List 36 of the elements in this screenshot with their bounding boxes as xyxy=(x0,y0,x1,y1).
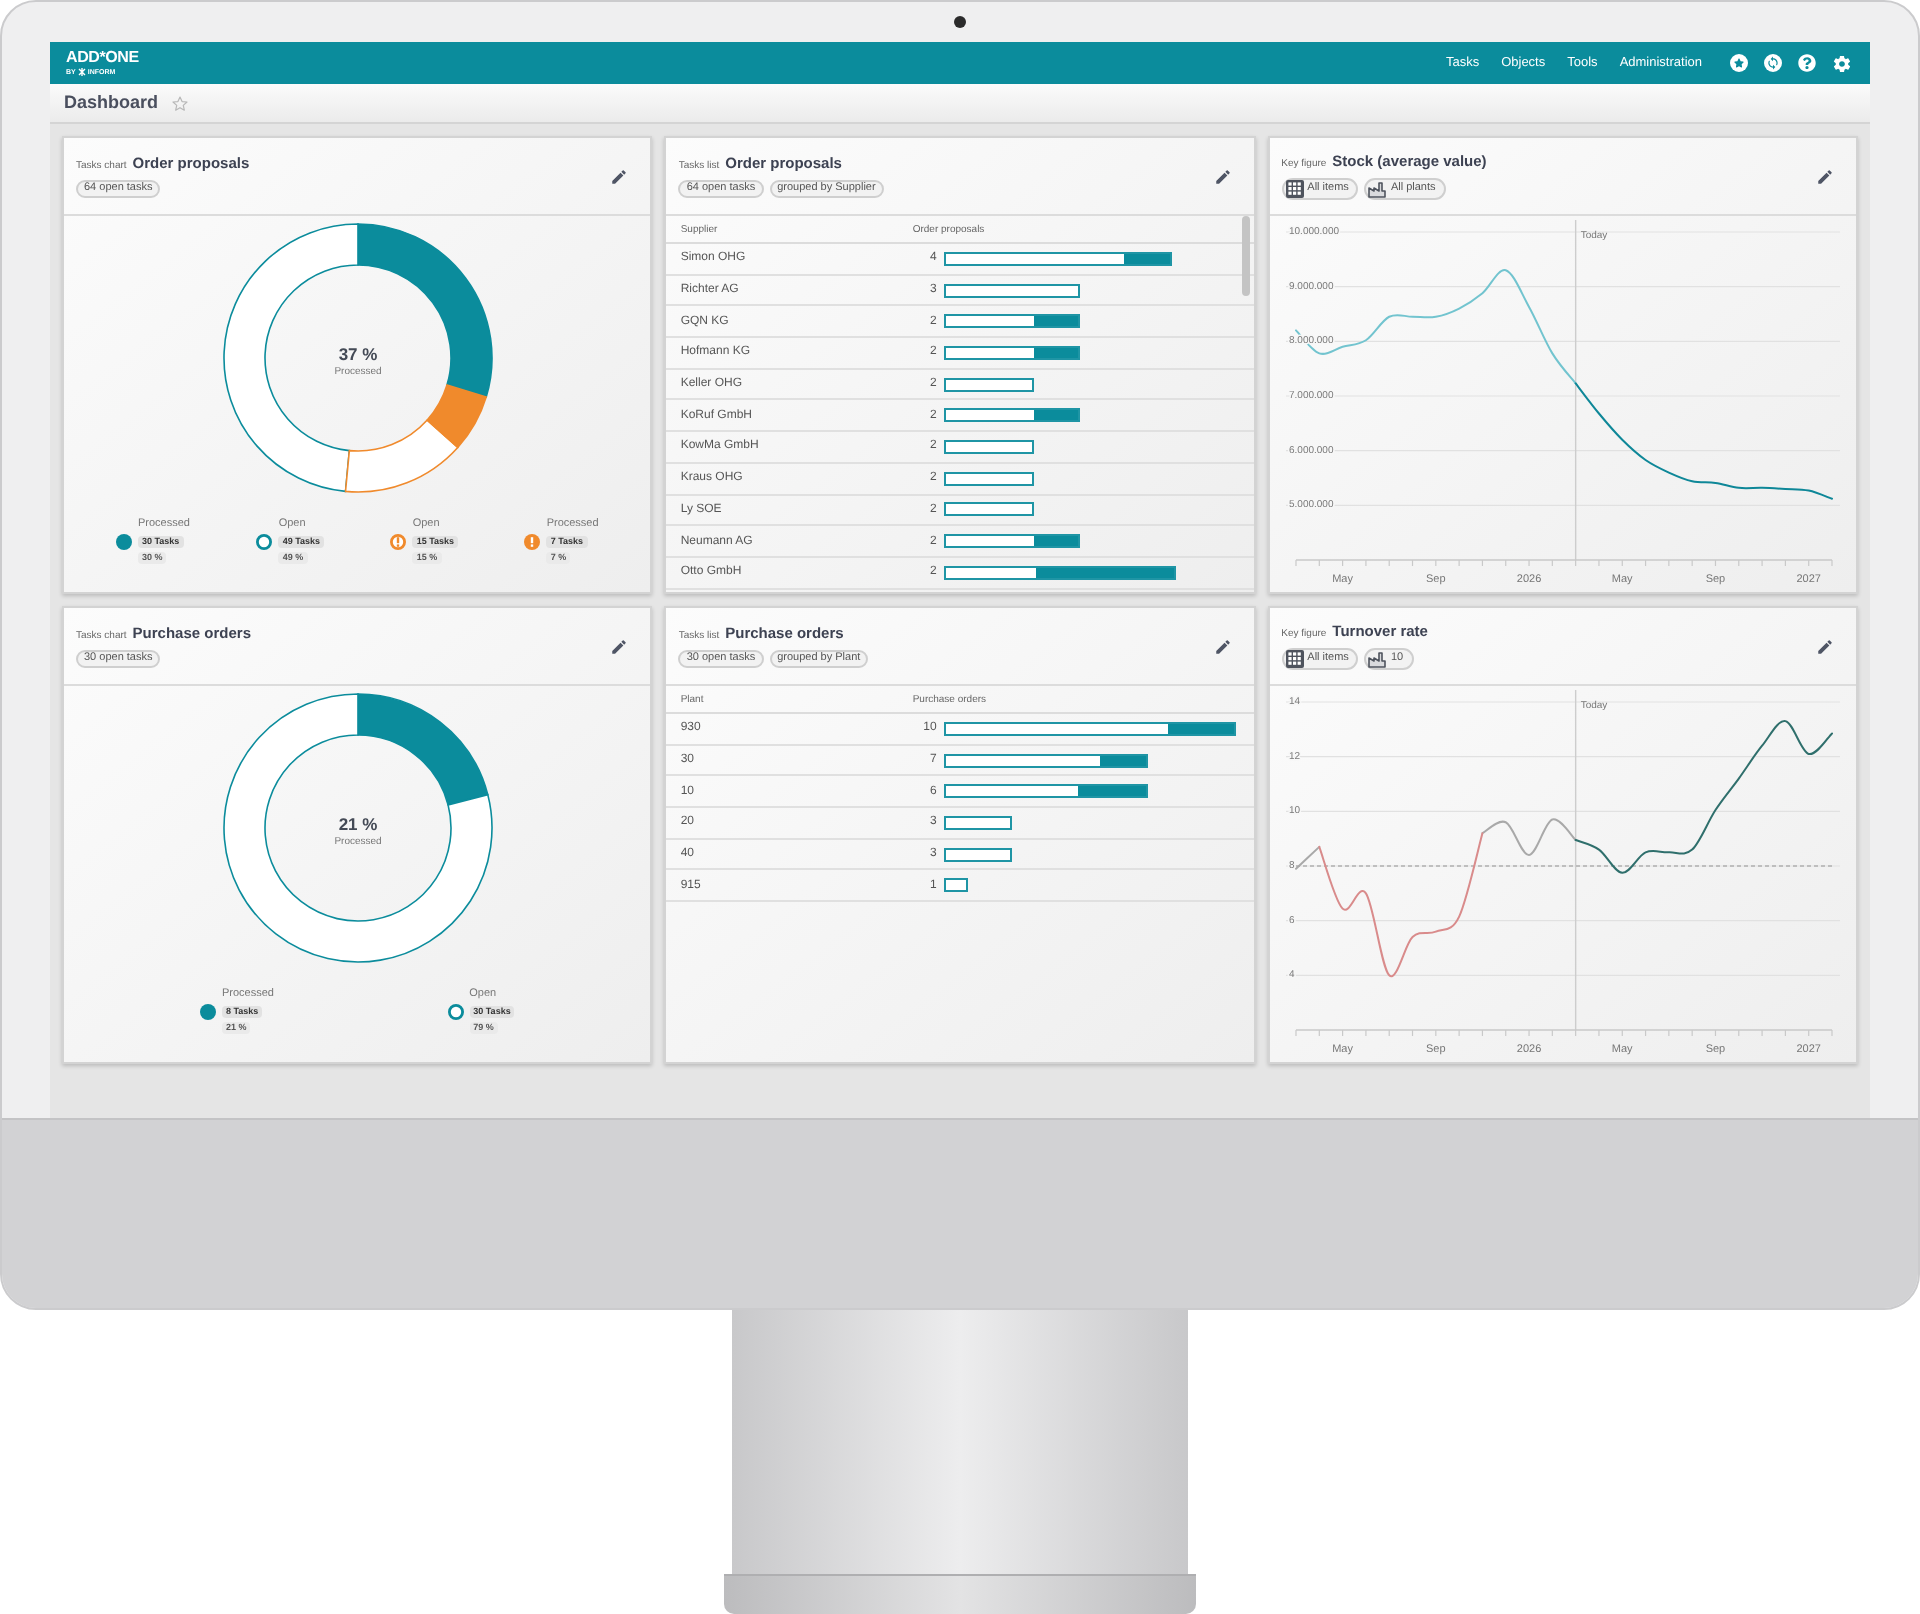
task-bar xyxy=(944,471,1035,486)
pencil-icon xyxy=(1816,637,1834,655)
favorite-star-icon[interactable] xyxy=(172,95,189,111)
edit-button[interactable] xyxy=(610,167,629,185)
task-bar xyxy=(944,283,1080,298)
star-icon[interactable] xyxy=(1730,54,1748,72)
page-title: Dashboard xyxy=(64,92,159,114)
pencil-icon xyxy=(610,167,629,185)
grid-icon xyxy=(1285,180,1304,198)
edit-button[interactable] xyxy=(1213,167,1232,185)
task-bar xyxy=(944,502,1035,517)
pencil-icon xyxy=(1816,167,1834,185)
logo-wordmark: ADD*ONE xyxy=(66,50,139,66)
camera-icon xyxy=(954,16,966,28)
edit-button[interactable] xyxy=(1816,167,1834,185)
edit-button[interactable] xyxy=(1816,637,1834,655)
logo-mark-icon xyxy=(77,68,86,76)
pencil-icon xyxy=(1213,167,1232,185)
factory-icon xyxy=(1368,181,1387,197)
center-percentage: 37 % xyxy=(337,344,377,364)
pencil-icon xyxy=(1213,637,1232,655)
center-percentage: 21 % xyxy=(337,814,377,834)
task-bar xyxy=(944,847,1012,862)
sync-icon[interactable] xyxy=(1764,54,1782,72)
edit-button[interactable] xyxy=(610,637,629,655)
task-bar xyxy=(944,815,1012,830)
scrollbar[interactable] xyxy=(1241,216,1250,296)
help-icon[interactable] xyxy=(1798,54,1816,72)
task-bar xyxy=(944,377,1035,392)
settings-icon[interactable] xyxy=(1832,53,1852,73)
factory-icon xyxy=(1368,651,1387,667)
grid-icon xyxy=(1285,650,1304,668)
pencil-icon xyxy=(610,637,629,655)
edit-button[interactable] xyxy=(1213,637,1232,655)
task-bar xyxy=(944,439,1035,454)
task-bar xyxy=(944,878,968,893)
